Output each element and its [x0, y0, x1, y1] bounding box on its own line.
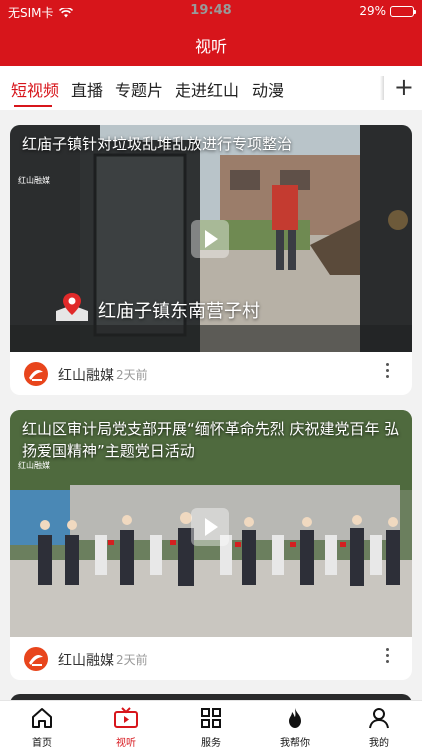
nav-services[interactable]: 服务 — [181, 705, 241, 749]
nav-help[interactable]: 我帮你 — [265, 705, 325, 749]
page-title: 视听 — [194, 37, 227, 56]
nav-services-label: 服务 — [201, 738, 221, 749]
video-thumbnail[interactable]: 红庙子镇针对垃圾乱堆乱放进行专项整治 红山融媒 红庙子镇东南营子村 — [10, 125, 412, 352]
card-footer: 红山融媒 2天前 — [10, 352, 412, 395]
publish-time: 2天前 — [116, 368, 148, 382]
more-options-icon[interactable] — [386, 646, 390, 668]
video-title: 红山区审计局党支部开展“缅怀革命先烈 庆祝建党百年 弘扬爱国精神”主题党日活动 — [22, 420, 400, 460]
nav-media-label: 视听 — [116, 738, 136, 749]
tab-divider — [380, 76, 384, 100]
video-card[interactable]: 红山区审计局党支部开展“缅怀革命先烈 庆祝建党百年 弘扬爱国精神”主题党日活动 … — [10, 410, 412, 680]
nav-home-label: 首页 — [32, 738, 52, 749]
publisher-logo-icon — [22, 360, 50, 388]
publisher-avatar[interactable] — [22, 645, 50, 673]
video-title: 红庙子镇针对垃圾乱堆乱放进行专项整治 — [22, 135, 293, 153]
add-tab-button[interactable]: + — [394, 75, 414, 99]
tab-hongshan[interactable]: 走进红山 — [175, 77, 239, 101]
tab-short-video[interactable]: 短视频 — [11, 77, 59, 101]
nav-profile-label: 我的 — [369, 738, 389, 749]
category-tabs: 短视频 直播 专题片 走进红山 动漫 + — [0, 66, 422, 110]
card-footer: 红山融媒 2天前 — [10, 637, 412, 680]
publisher-avatar[interactable] — [22, 360, 50, 388]
location-caption: 红庙子镇东南营子村 — [98, 301, 260, 322]
battery-status: 29% — [359, 4, 416, 18]
publisher-logo-icon — [22, 645, 50, 673]
battery-icon — [390, 5, 416, 17]
flame-icon — [289, 708, 301, 728]
user-icon — [369, 708, 389, 729]
active-tab-indicator — [14, 105, 52, 107]
play-button[interactable] — [191, 220, 229, 258]
nav-profile[interactable]: 我的 — [349, 705, 409, 749]
home-icon — [32, 708, 52, 728]
tab-animation[interactable]: 动漫 — [252, 77, 284, 101]
video-thumbnail[interactable]: 红山区审计局党支部开展“缅怀革命先烈 庆祝建党百年 弘扬爱国精神”主题党日活动 … — [10, 410, 412, 637]
publish-time: 2天前 — [116, 653, 148, 667]
play-button[interactable] — [191, 508, 229, 546]
nav-media[interactable]: 视听 — [96, 705, 156, 749]
nav-home[interactable]: 首页 — [12, 705, 72, 749]
more-options-icon[interactable] — [386, 361, 390, 383]
status-bar: 无SIM卡 19:48 29% — [0, 3, 422, 21]
video-card[interactable]: 红庙子镇针对垃圾乱堆乱放进行专项整治 红山融媒 红庙子镇东南营子村 红山融媒 2… — [10, 125, 412, 395]
watermark-logo: 红山融媒 — [18, 461, 50, 470]
location-pin-icon — [56, 293, 88, 321]
app-header: 无SIM卡 19:48 29% 视听 — [0, 0, 422, 66]
watermark-logo: 红山融媒 — [18, 176, 50, 185]
nav-help-label: 我帮你 — [280, 738, 310, 749]
tab-special[interactable]: 专题片 — [115, 77, 163, 101]
tab-live[interactable]: 直播 — [71, 77, 103, 101]
bottom-nav: 首页 视听 服务 我帮你 我的 — [0, 700, 422, 750]
tv-icon — [114, 707, 138, 728]
battery-percent: 29% — [359, 4, 386, 18]
publisher-name[interactable]: 红山融媒 — [58, 365, 114, 385]
publisher-name[interactable]: 红山融媒 — [58, 650, 114, 670]
grid-icon — [201, 708, 221, 728]
